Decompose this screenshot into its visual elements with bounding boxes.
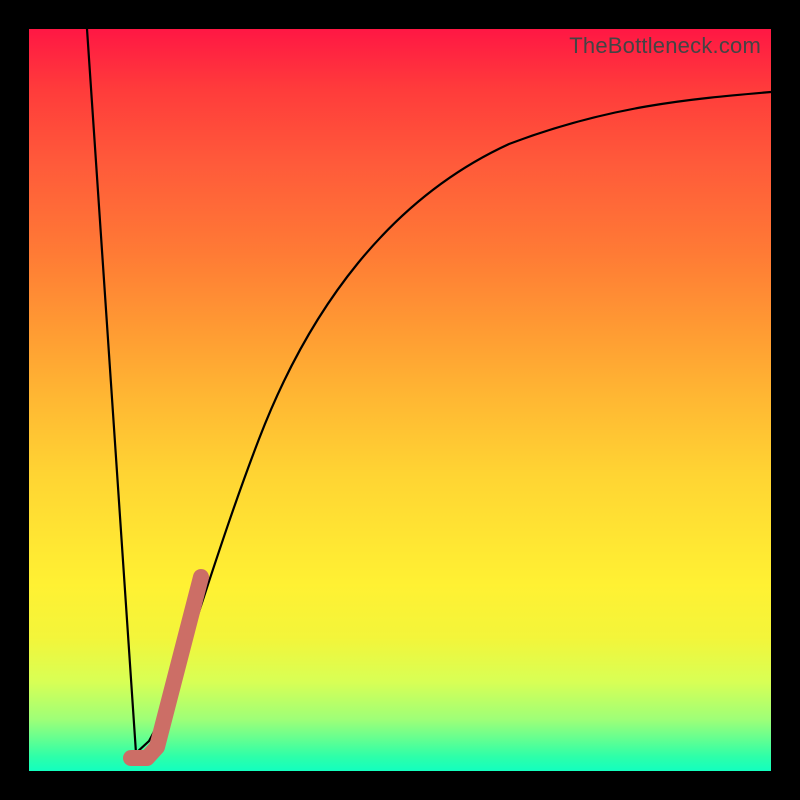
chart-svg: [29, 29, 771, 771]
plot-area: TheBottleneck.com: [29, 29, 771, 771]
highlight-segment: [131, 577, 201, 758]
chart-frame: TheBottleneck.com: [0, 0, 800, 800]
